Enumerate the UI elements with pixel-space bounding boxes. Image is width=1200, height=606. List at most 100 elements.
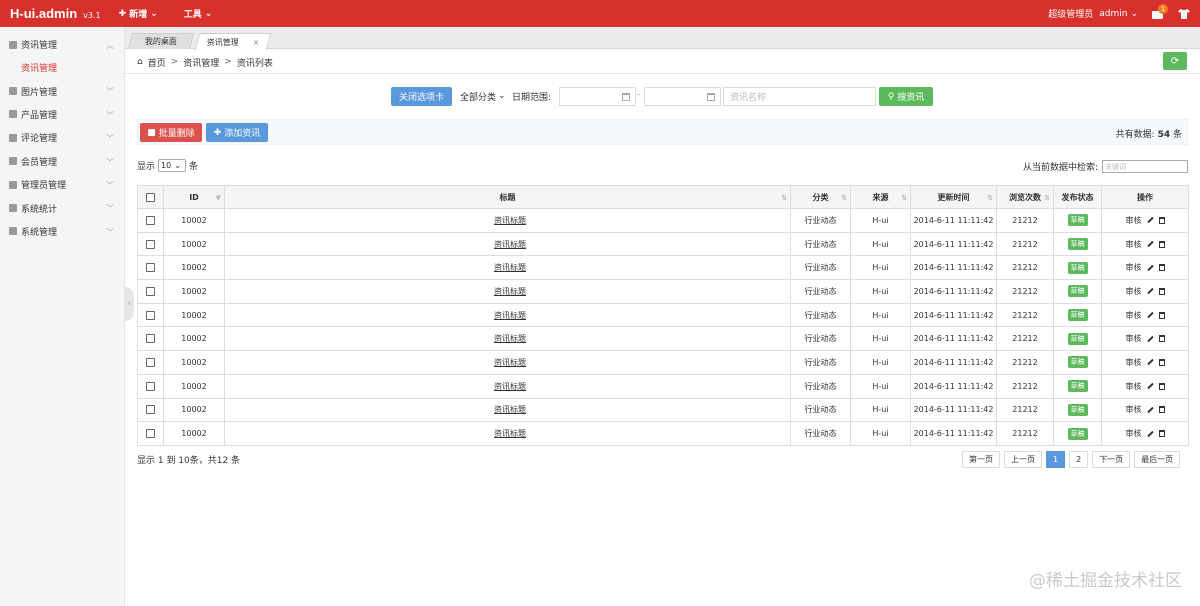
title-link[interactable]: 资讯标题	[494, 287, 526, 296]
sidebar-item-stats[interactable]: 系统统计 ﹀	[0, 196, 124, 219]
review-link[interactable]: 审核	[1126, 262, 1142, 273]
col-header-id[interactable]: ID ▼	[163, 185, 225, 209]
title-link[interactable]: 资讯标题	[494, 405, 526, 414]
menu-new[interactable]: ✚ 新增 ⌄	[119, 7, 158, 21]
menu-tools[interactable]: 工具 ⌄	[184, 7, 213, 21]
sidebar-subitem-news[interactable]: 资讯管理	[0, 56, 124, 79]
edit-icon[interactable]	[1146, 240, 1154, 248]
edit-icon[interactable]	[1146, 382, 1154, 390]
breadcrumb-home[interactable]: 首页	[148, 56, 166, 69]
close-icon[interactable]: ×	[253, 38, 260, 47]
title-link[interactable]: 资讯标题	[494, 358, 526, 367]
row-checkbox[interactable]	[146, 239, 155, 249]
delete-icon[interactable]	[1158, 358, 1165, 366]
sidebar-item-images[interactable]: 图片管理 ﹀	[0, 79, 124, 102]
breadcrumb-level1[interactable]: 资讯管理	[183, 56, 219, 69]
row-checkbox[interactable]	[146, 429, 155, 439]
delete-icon[interactable]	[1158, 335, 1165, 343]
delete-icon[interactable]	[1158, 264, 1165, 272]
row-checkbox[interactable]	[146, 215, 155, 225]
page-prev-button[interactable]: 上一页	[1004, 451, 1042, 468]
tab-news-management[interactable]: 资讯管理 ×	[194, 33, 272, 50]
edit-icon[interactable]	[1146, 335, 1154, 342]
delete-icon[interactable]	[1158, 240, 1165, 248]
delete-icon[interactable]	[1158, 287, 1165, 295]
edit-icon[interactable]	[1146, 406, 1154, 414]
review-link[interactable]: 审核	[1126, 310, 1142, 321]
refresh-button[interactable]: ⟳	[1163, 52, 1187, 70]
edit-icon[interactable]	[1146, 311, 1154, 319]
page-next-button[interactable]: 下一页	[1092, 451, 1131, 468]
filter-input[interactable]: 关键词	[1102, 160, 1188, 173]
title-link[interactable]: 资讯标题	[494, 429, 526, 438]
edit-icon[interactable]	[1146, 217, 1154, 224]
col-header-status[interactable]: 发布状态	[1053, 185, 1102, 209]
page-first-button[interactable]: 第一页	[962, 451, 1000, 468]
cell-status: 草稿	[1053, 255, 1102, 281]
version-label: v3.1	[83, 10, 101, 20]
sidebar-item-members[interactable]: 会员管理 ﹀	[0, 150, 124, 173]
title-link[interactable]: 资讯标题	[494, 311, 526, 320]
delete-icon[interactable]	[1158, 430, 1165, 438]
page-2-button[interactable]: 2	[1069, 451, 1089, 468]
brand-logo[interactable]: H-ui.admin	[10, 6, 77, 21]
title-link[interactable]: 资讯标题	[494, 263, 526, 272]
delete-icon[interactable]	[1158, 311, 1165, 319]
edit-icon[interactable]	[1146, 288, 1154, 295]
sidebar-item-products[interactable]: 产品管理 ﹀	[0, 103, 124, 126]
delete-icon[interactable]	[1158, 406, 1165, 414]
edit-icon[interactable]	[1146, 264, 1154, 271]
row-checkbox[interactable]	[146, 310, 155, 320]
page-1-button[interactable]: 1	[1046, 451, 1066, 468]
review-link[interactable]: 审核	[1126, 239, 1142, 250]
sidebar-item-news[interactable]: 资讯管理 ︿	[0, 33, 124, 56]
row-checkbox[interactable]	[146, 405, 155, 415]
cell-id: 10002	[163, 208, 225, 233]
sidebar-item-comments[interactable]: 评论管理 ﹀	[0, 126, 124, 149]
batch-delete-button[interactable]: ■ 批量删除	[140, 123, 202, 142]
review-link[interactable]: 审核	[1126, 428, 1142, 439]
title-link[interactable]: 资讯标题	[494, 334, 526, 343]
sidebar-item-system[interactable]: 系统管理 ﹀	[0, 220, 124, 243]
col-header-updated[interactable]: 更新时间 ⇅	[910, 185, 997, 209]
col-header-title[interactable]: 标题 ⇅	[224, 185, 791, 209]
row-checkbox[interactable]	[146, 263, 155, 273]
col-header-views[interactable]: 浏览次数 ⇅	[996, 185, 1054, 209]
title-link[interactable]: 资讯标题	[494, 382, 526, 391]
delete-icon[interactable]	[1158, 216, 1165, 224]
skin-icon[interactable]	[1178, 8, 1190, 19]
close-tab-button[interactable]: 关闭选项卡	[391, 87, 452, 106]
review-link[interactable]: 审核	[1126, 357, 1142, 368]
select-all-checkbox[interactable]	[146, 192, 155, 202]
edit-icon[interactable]	[1146, 430, 1154, 437]
sidebar-item-admins[interactable]: 管理员管理 ﹀	[0, 173, 124, 196]
date-start-input[interactable]	[559, 87, 636, 106]
review-link[interactable]: 审核	[1126, 381, 1142, 392]
page-last-button[interactable]: 最后一页	[1134, 451, 1181, 468]
row-checkbox[interactable]	[146, 381, 155, 391]
tab-desktop[interactable]: 我的桌面	[127, 33, 195, 49]
user-menu[interactable]: admin ⌄	[1099, 9, 1138, 19]
title-link[interactable]: 资讯标题	[494, 240, 526, 249]
cell-ops: 审核	[1101, 302, 1189, 328]
edit-icon[interactable]	[1146, 359, 1154, 366]
row-checkbox[interactable]	[146, 286, 155, 296]
sidebar-collapse-handle[interactable]: ‹	[125, 287, 134, 321]
review-link[interactable]: 审核	[1126, 333, 1142, 344]
review-link[interactable]: 审核	[1126, 215, 1142, 226]
title-link[interactable]: 资讯标题	[494, 216, 526, 225]
review-link[interactable]: 审核	[1126, 404, 1142, 415]
col-header-source[interactable]: 来源 ⇅	[850, 185, 911, 209]
add-news-button[interactable]: ✚ 添加资讯	[206, 123, 268, 142]
row-checkbox[interactable]	[146, 334, 155, 344]
review-link[interactable]: 审核	[1126, 286, 1142, 297]
col-header-category[interactable]: 分类 ⇅	[790, 185, 851, 209]
news-name-input[interactable]: 资讯名称	[723, 87, 876, 106]
delete-icon[interactable]	[1158, 382, 1165, 390]
category-select[interactable]: 全部分类 ⌄	[460, 89, 506, 103]
search-news-button[interactable]: ⚲ 搜资讯	[879, 87, 933, 106]
page-length-select[interactable]: 10 ⌄	[158, 159, 187, 172]
date-end-input[interactable]	[644, 87, 721, 106]
message-button[interactable]: 1	[1152, 3, 1168, 20]
row-checkbox[interactable]	[146, 357, 155, 367]
